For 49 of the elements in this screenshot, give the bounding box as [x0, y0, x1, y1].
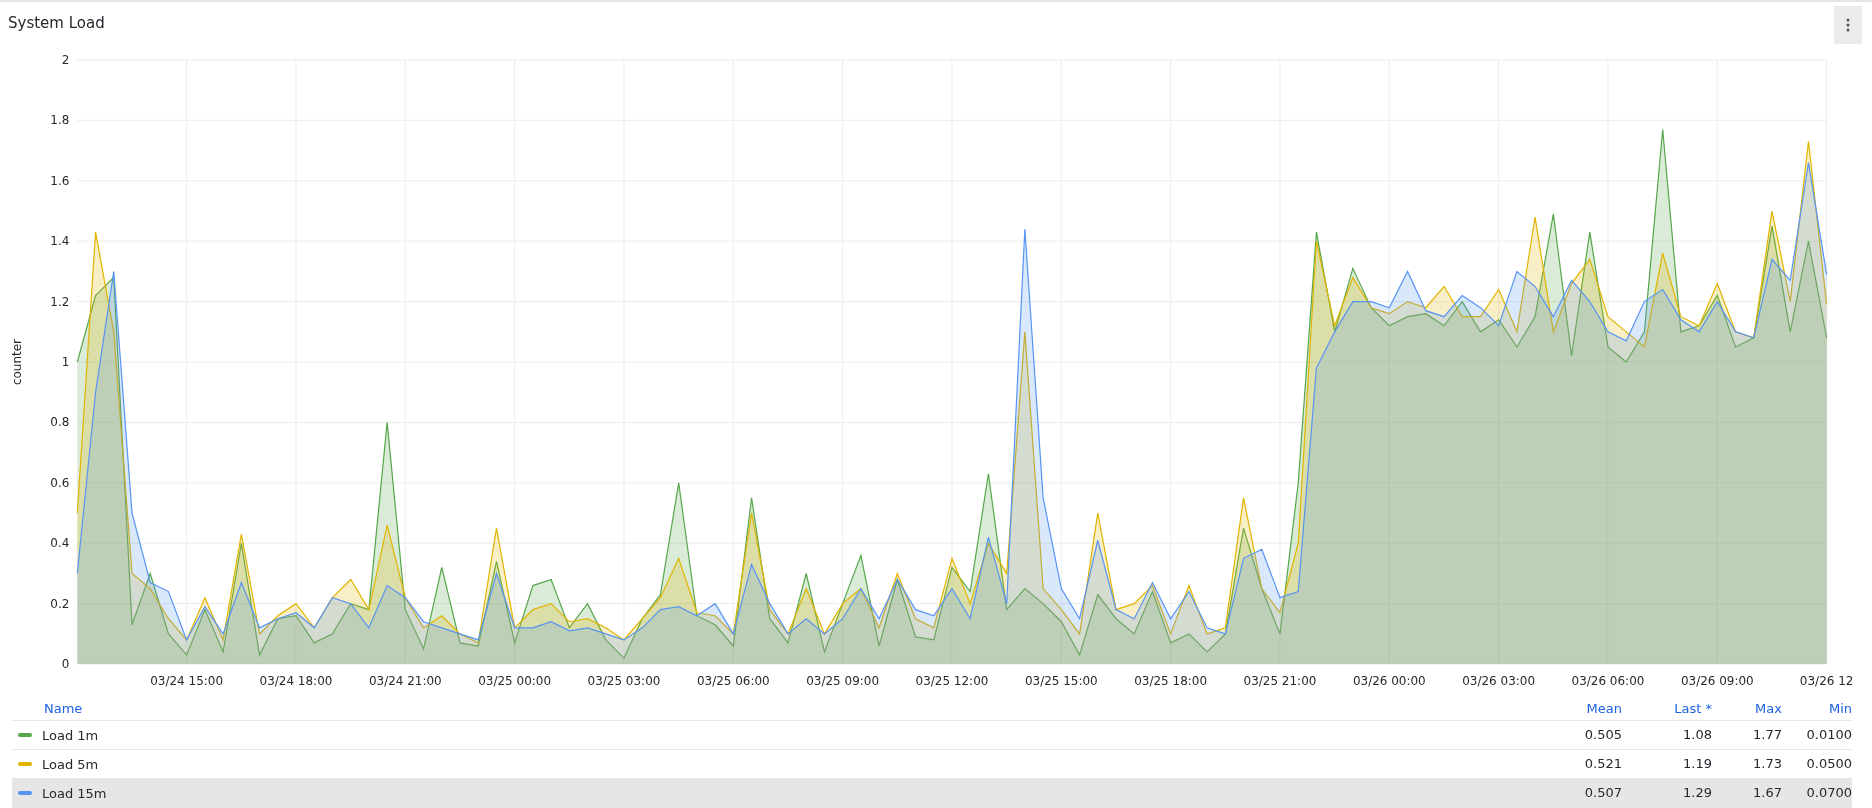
x-tick-label: 03/26 03:00: [1462, 674, 1536, 688]
column-header[interactable]: Name: [12, 698, 1532, 721]
x-tick-label: 03/26 09:00: [1680, 674, 1754, 688]
x-tick-label: 03/25 12:00: [915, 674, 989, 688]
y-tick-label: 0: [61, 657, 70, 672]
y-tick-label: 1.4: [50, 234, 70, 249]
x-tick-label: 03/25 09:00: [806, 674, 880, 688]
x-tick-label: 03/25 21:00: [1243, 674, 1317, 688]
y-tick-label: 0.6: [50, 475, 70, 490]
y-axis-label: counter: [10, 339, 25, 386]
y-tick-label: 2: [61, 52, 70, 67]
column-header[interactable]: Min: [1782, 698, 1852, 721]
column-header[interactable]: Mean: [1532, 698, 1622, 721]
x-tick-label: 03/24 18:00: [259, 674, 333, 688]
y-tick-label: 1: [61, 355, 70, 369]
x-tick-label: 03/26 00:00: [1352, 674, 1426, 688]
menu-icon: [1846, 18, 1850, 32]
y-tick-label: 1.2: [50, 294, 70, 309]
table-cell: 1.77: [1712, 721, 1782, 750]
y-tick-label: 1.8: [50, 113, 70, 128]
table-cell: 1.29: [1622, 779, 1712, 808]
x-tick-label: 03/25 00:00: [478, 674, 552, 688]
table-cell: 0.0100: [1782, 721, 1852, 750]
menu-button[interactable]: [1834, 6, 1862, 44]
series-name: Load 1m: [42, 727, 99, 743]
series-name: Load 15m: [42, 785, 107, 801]
y-tick-label: 0.8: [50, 415, 70, 430]
column-header[interactable]: Max: [1712, 698, 1782, 721]
column-header[interactable]: Last *: [1622, 698, 1712, 721]
x-tick-label: 03/25 03:00: [587, 674, 661, 688]
x-tick-label: 03/25 15:00: [1024, 674, 1098, 688]
x-tick-label: 03/24 15:00: [150, 674, 224, 688]
panel-title: System Load: [8, 14, 105, 32]
x-tick-label: 03/24 21:00: [368, 674, 442, 688]
x-tick-label: 03/25 18:00: [1134, 674, 1208, 688]
legend-item[interactable]: Load 1m: [12, 721, 1532, 750]
legend-item[interactable]: Load 15m: [12, 779, 1532, 808]
table-cell: 0.0700: [1782, 779, 1852, 808]
x-tick-label: 03/26 12: [1799, 674, 1854, 688]
y-tick-label: 1.6: [50, 173, 70, 188]
table-cell: 0.507: [1532, 779, 1622, 808]
table-cell: 0.505: [1532, 721, 1622, 750]
x-tick-label: 03/25 06:00: [696, 674, 770, 688]
y-tick-label: 0.4: [50, 536, 70, 551]
table-cell: 1.67: [1712, 779, 1782, 808]
x-tick-label: 03/26 06:00: [1571, 674, 1645, 688]
y-tick-label: 0.2: [50, 596, 70, 611]
table-cell: 1.08: [1622, 721, 1712, 750]
series-name: Load 5m: [42, 756, 99, 772]
